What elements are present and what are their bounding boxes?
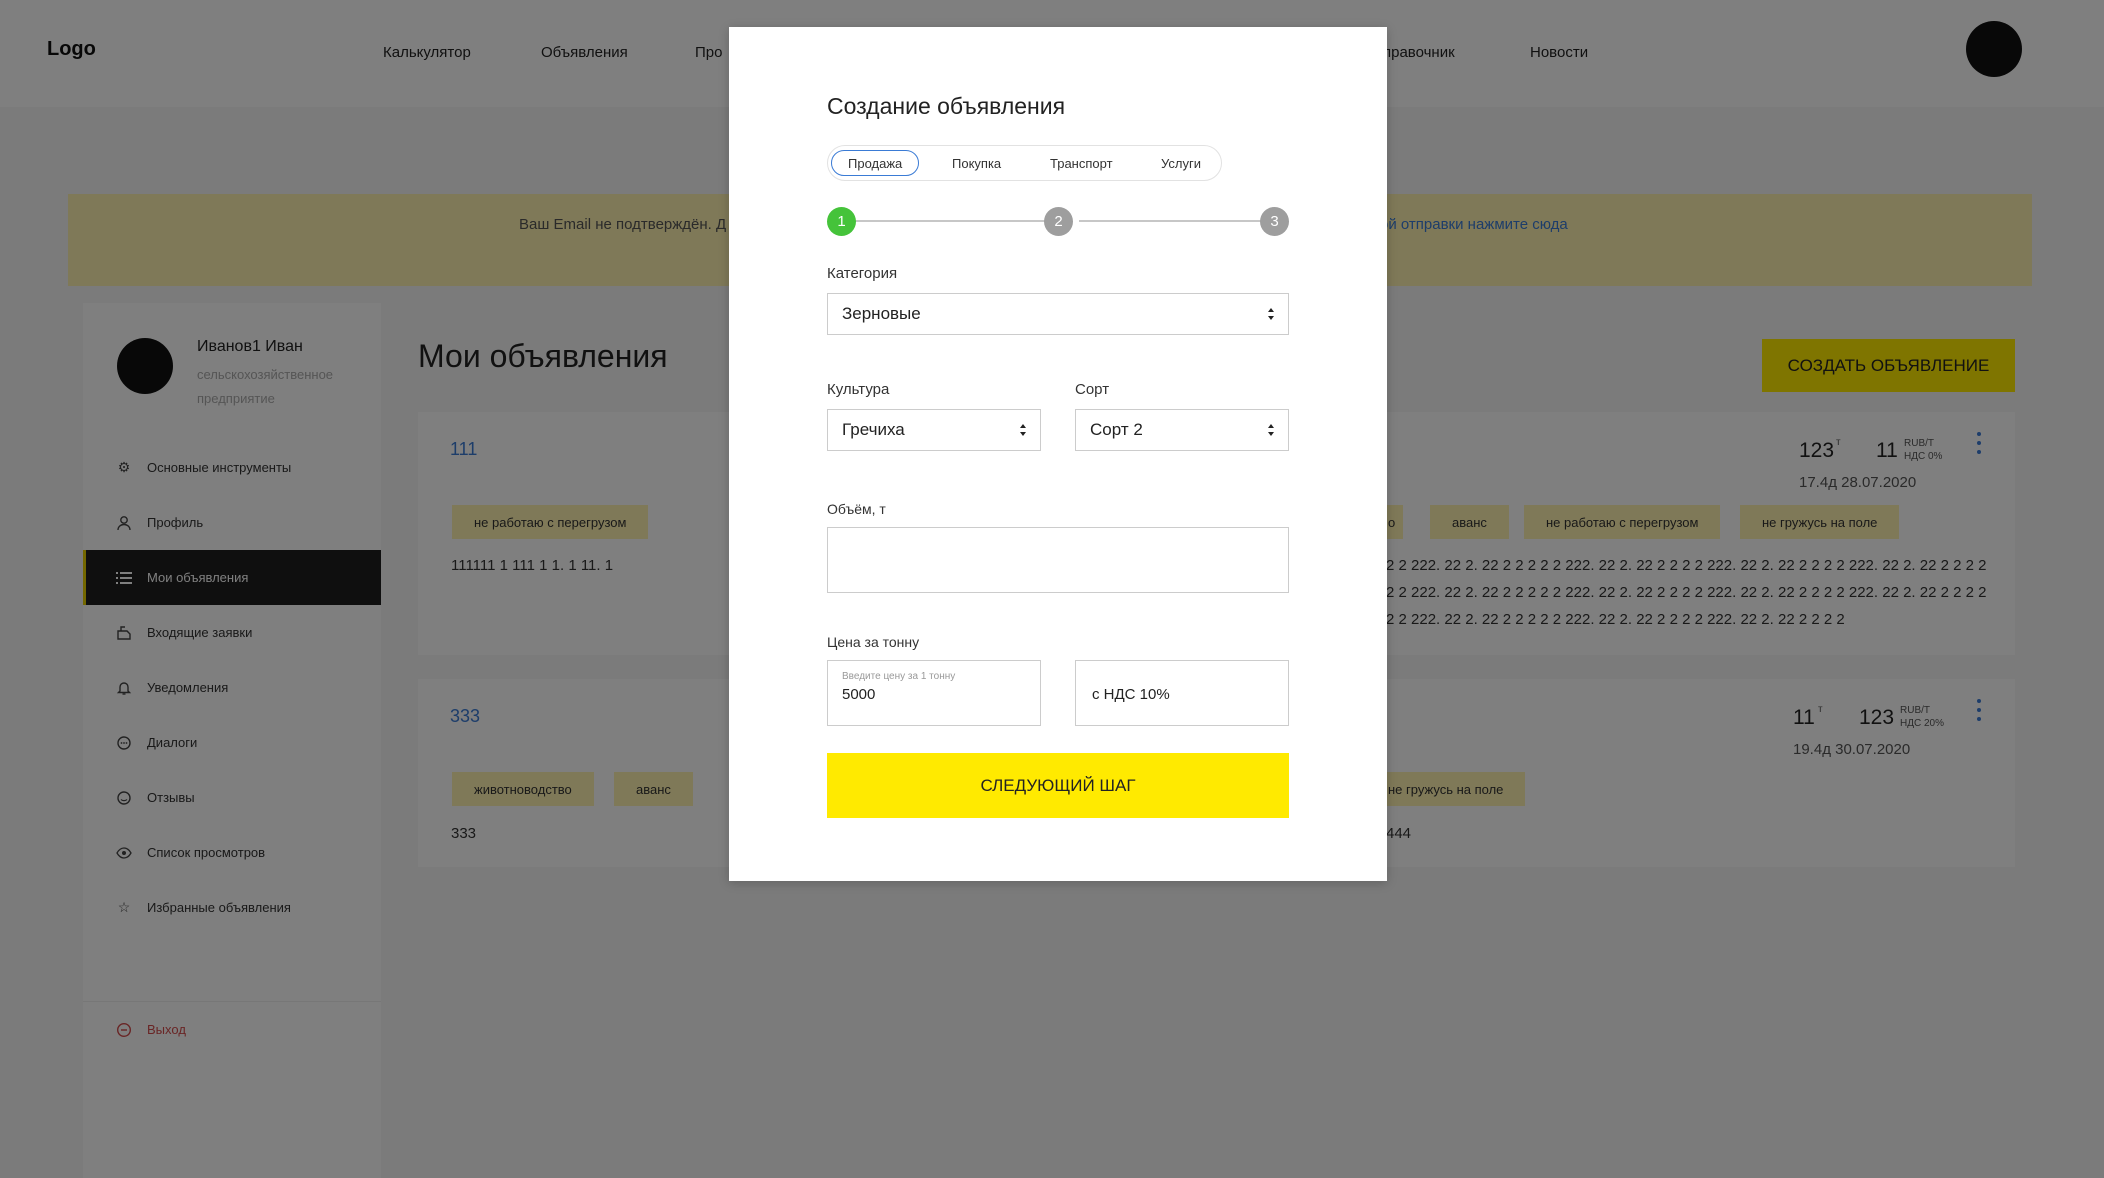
volume-label: Объём, т: [827, 501, 886, 517]
stepper-line: [1079, 220, 1280, 222]
price-label: Цена за тонну: [827, 634, 920, 650]
ad-type-tabs: Продажа Покупка Транспорт Услуги: [827, 145, 1222, 181]
next-step-button[interactable]: Следующий шаг: [827, 753, 1289, 818]
culture-select[interactable]: Гречиха: [827, 409, 1041, 451]
price-value: 5000: [842, 686, 876, 703]
culture-value: Гречиха: [842, 420, 905, 439]
category-label: Категория: [827, 265, 898, 282]
sort-select[interactable]: Сорт 2: [1075, 409, 1289, 451]
tab-sale[interactable]: Продажа: [831, 150, 920, 176]
modal-title: Создание объявления: [827, 93, 1066, 119]
step-1: 1: [827, 207, 856, 236]
culture-label: Культура: [827, 381, 890, 398]
tab-services[interactable]: Услуги: [1145, 150, 1217, 176]
price-placeholder: Введите цену за 1 тонну: [842, 671, 956, 682]
tab-purchase[interactable]: Покупка: [936, 150, 1017, 176]
vat-select[interactable]: с НДС 10%: [1075, 660, 1289, 726]
select-arrows-icon: [1020, 424, 1026, 436]
price-input[interactable]: Введите цену за 1 тонну 5000: [827, 660, 1041, 726]
step-3: 3: [1260, 207, 1289, 236]
tab-transport[interactable]: Транспорт: [1034, 150, 1129, 176]
step-2: 2: [1044, 207, 1073, 236]
create-ad-modal: Создание объявления Продажа Покупка Тран…: [729, 27, 1387, 881]
vat-value: с НДС 10%: [1092, 686, 1170, 703]
volume-input[interactable]: [827, 527, 1289, 593]
sort-value: Сорт 2: [1090, 420, 1143, 439]
category-value: Зерновые: [842, 304, 921, 323]
category-select[interactable]: Зерновые: [827, 293, 1289, 335]
select-arrows-icon: [1268, 308, 1274, 320]
stepper-line: [854, 220, 1065, 222]
sort-label: Сорт: [1075, 381, 1110, 398]
select-arrows-icon: [1268, 424, 1274, 436]
